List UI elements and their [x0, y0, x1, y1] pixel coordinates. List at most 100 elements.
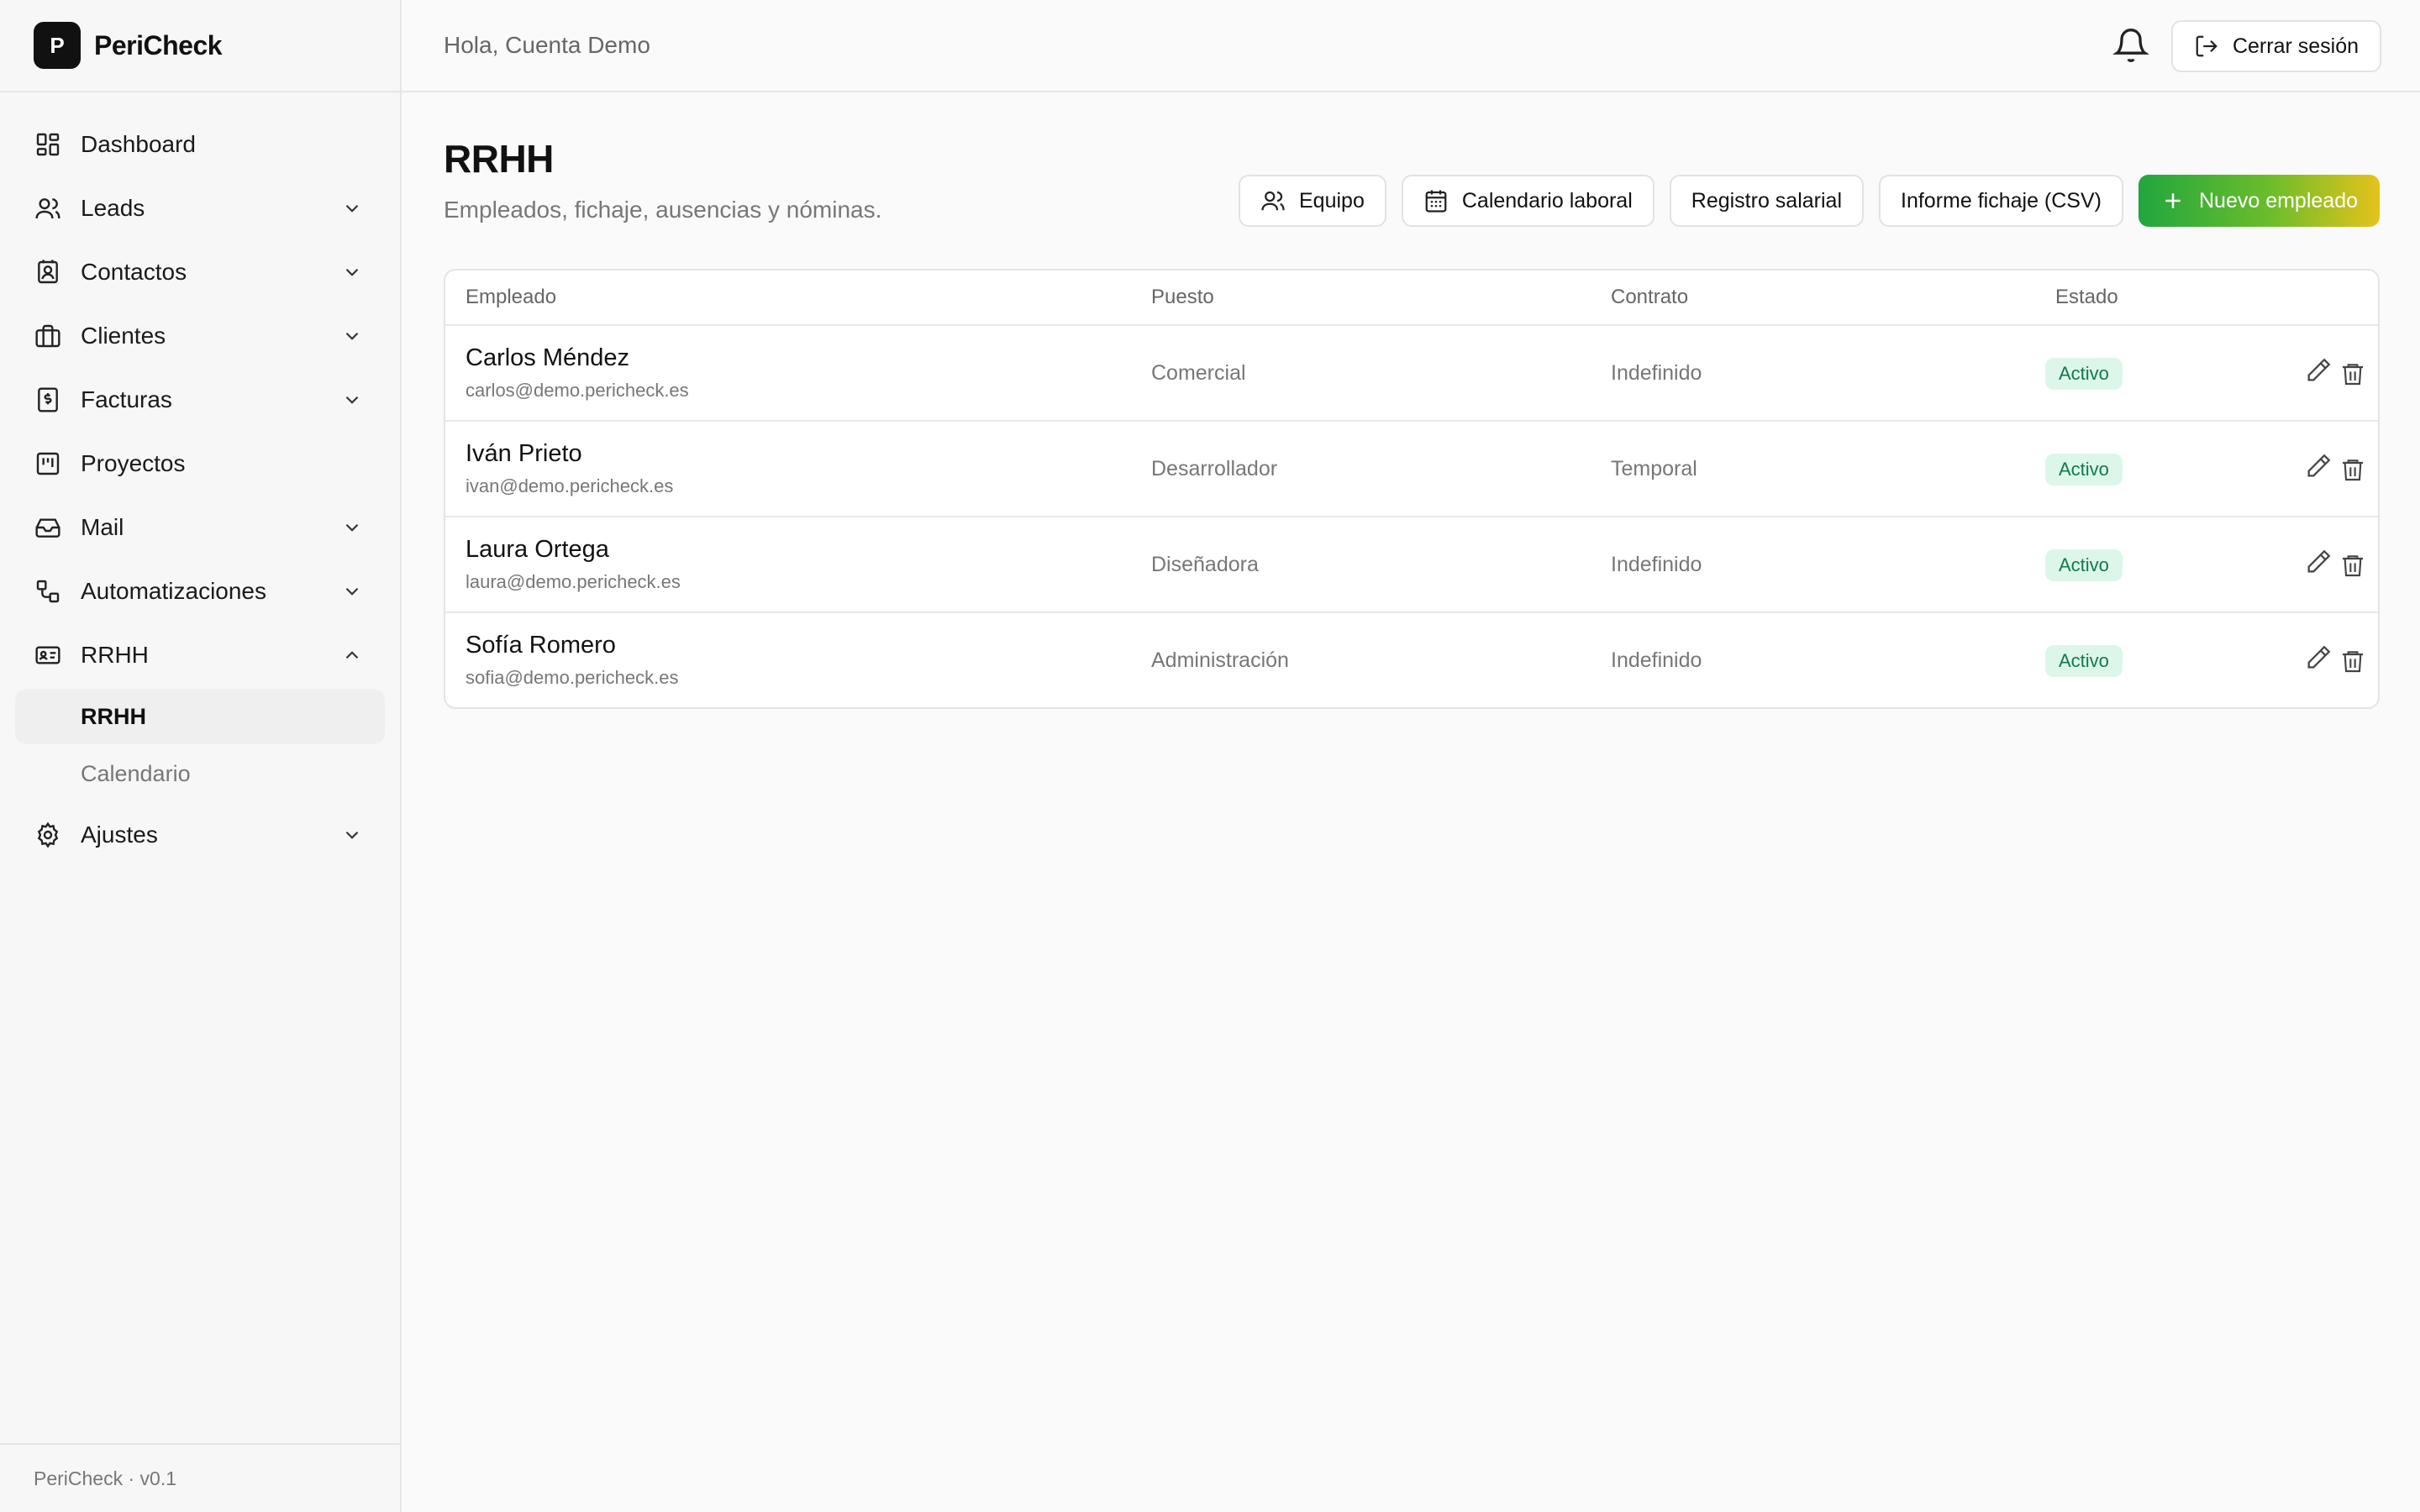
kanban-icon — [34, 449, 62, 478]
sidebar-item-leads[interactable]: Leads — [0, 176, 400, 240]
new-employee-button[interactable]: Nuevo empleado — [2138, 175, 2380, 227]
trash-icon[interactable] — [2339, 360, 2366, 388]
employee-contract: Indefinido — [1611, 553, 1702, 576]
sidebar-item-facturas[interactable]: Facturas — [0, 368, 400, 432]
clock-report-label: Informe fichaje (CSV) — [1901, 188, 2102, 213]
employee-name[interactable]: Carlos Méndez — [466, 344, 629, 372]
users-icon — [1261, 191, 1285, 211]
sidebar-item-label: Automatizaciones — [81, 578, 267, 604]
chevron-down-icon[interactable] — [341, 824, 363, 846]
sidebar-item-rrhh[interactable]: RRHH — [0, 623, 400, 687]
briefcase-icon — [34, 322, 62, 350]
employee-contract: Temporal — [1611, 457, 1697, 480]
brand-name: PeriCheck — [94, 29, 223, 60]
pencil-icon[interactable] — [2304, 356, 2333, 385]
employee-position: Diseñadora — [1151, 553, 1259, 576]
status-badge: Activo — [2045, 549, 2123, 581]
salary-register-button[interactable]: Registro salarial — [1669, 175, 1865, 227]
sidebar-item-label: Mail — [81, 514, 124, 540]
brand-logo: P — [34, 22, 81, 69]
inbox-icon — [34, 513, 62, 542]
sidebar-item-proyectos[interactable]: Proyectos — [0, 432, 400, 496]
employee-email: sofia@demo.pericheck.es — [466, 667, 679, 688]
employee-email: laura@demo.pericheck.es — [466, 571, 681, 592]
id-card-icon — [34, 641, 62, 669]
gear-icon — [34, 821, 62, 849]
sidebar: P PeriCheck Dashboard Leads Contactos Cl… — [0, 0, 402, 1512]
greeting: Hola, Cuenta Demo — [444, 32, 650, 58]
sidebar-subitem-calendario[interactable]: Calendario — [15, 746, 385, 801]
calendar-icon — [1425, 190, 1447, 213]
sidebar-item-label: Clientes — [81, 323, 166, 349]
sidebar-item-label: Dashboard — [81, 131, 196, 157]
employee-position: Administración — [1151, 648, 1289, 672]
employee-contract: Indefinido — [1611, 648, 1702, 672]
team-button[interactable]: Equipo — [1239, 175, 1386, 227]
sidebar-item-automatizaciones[interactable]: Automatizaciones — [0, 559, 400, 623]
employee-email: ivan@demo.pericheck.es — [466, 475, 674, 496]
employee-name[interactable]: Laura Ortega — [466, 536, 609, 564]
brand[interactable]: P PeriCheck — [0, 0, 400, 92]
chevron-down-icon[interactable] — [341, 197, 363, 219]
pencil-icon[interactable] — [2304, 643, 2333, 672]
column-header-estado[interactable]: Estado — [2055, 286, 2118, 309]
employee-name[interactable]: Sofía Romero — [466, 632, 616, 659]
column-header-contrato[interactable]: Contrato — [1611, 286, 1688, 309]
plus-icon — [2165, 193, 2181, 208]
trash-icon[interactable] — [2339, 551, 2366, 580]
chevron-down-icon[interactable] — [341, 261, 363, 283]
contact-book-icon — [34, 258, 62, 286]
table-row[interactable]: Carlos Méndez carlos@demo.pericheck.es C… — [445, 326, 2378, 422]
status-badge: Activo — [2045, 645, 2123, 677]
trash-icon[interactable] — [2339, 647, 2366, 675]
sidebar-item-contactos[interactable]: Contactos — [0, 240, 400, 304]
sidebar-footer-version: PeriCheck · v0.1 — [0, 1443, 400, 1512]
bell-icon[interactable] — [2112, 27, 2149, 64]
employee-position: Desarrollador — [1151, 457, 1278, 480]
pencil-icon[interactable] — [2304, 452, 2333, 480]
sidebar-item-label: Ajustes — [81, 822, 158, 848]
trash-icon[interactable] — [2339, 455, 2366, 484]
pencil-icon[interactable] — [2304, 548, 2333, 576]
employee-email: carlos@demo.pericheck.es — [466, 380, 689, 401]
table-row[interactable]: Laura Ortega laura@demo.pericheck.es Dis… — [445, 517, 2378, 613]
workflow-icon — [34, 577, 62, 606]
dashboard-icon — [34, 130, 62, 159]
sidebar-subitem-rrhh[interactable]: RRHH — [15, 689, 385, 744]
employees-table: Empleado Puesto Contrato Estado Carlos M… — [444, 269, 2380, 709]
users-icon — [34, 194, 62, 223]
page-subtitle: Empleados, fichaje, ausencias y nóminas. — [444, 197, 882, 223]
employee-name[interactable]: Iván Prieto — [466, 440, 582, 468]
sidebar-item-clientes[interactable]: Clientes — [0, 304, 400, 368]
clock-report-button[interactable]: Informe fichaje (CSV) — [1879, 175, 2123, 227]
employee-contract: Indefinido — [1611, 361, 1702, 385]
logout-button[interactable]: Cerrar sesión — [2171, 20, 2381, 72]
work-calendar-button[interactable]: Calendario laboral — [1401, 175, 1655, 227]
sidebar-item-label: Leads — [81, 195, 145, 221]
logout-icon — [2196, 35, 2217, 57]
page-actions: Equipo Calendario laboral Registro salar… — [1239, 175, 2380, 227]
sidebar-item-label: Contactos — [81, 259, 187, 285]
employee-position: Comercial — [1151, 361, 1246, 385]
chevron-down-icon[interactable] — [341, 580, 363, 602]
chevron-down-icon[interactable] — [341, 517, 363, 538]
sidebar-item-mail[interactable]: Mail — [0, 496, 400, 559]
table-row[interactable]: Sofía Romero sofia@demo.pericheck.es Adm… — [445, 613, 2378, 707]
table-row[interactable]: Iván Prieto ivan@demo.pericheck.es Desar… — [445, 422, 2378, 517]
chevron-up-icon[interactable] — [341, 644, 363, 666]
work-calendar-label: Calendario laboral — [1461, 188, 1633, 213]
logout-label: Cerrar sesión — [2232, 34, 2360, 58]
main-content: RRHH Empleados, fichaje, ausencias y nóm… — [402, 92, 2420, 1512]
column-header-empleado[interactable]: Empleado — [466, 286, 556, 309]
sidebar-item-dashboard[interactable]: Dashboard — [0, 113, 400, 176]
new-employee-label: Nuevo empleado — [2198, 188, 2358, 213]
topbar: Hola, Cuenta Demo Cerrar sesión — [402, 0, 2420, 92]
column-header-puesto[interactable]: Puesto — [1151, 286, 1214, 309]
sidebar-item-ajustes[interactable]: Ajustes — [0, 803, 400, 867]
chevron-down-icon[interactable] — [341, 325, 363, 347]
sidebar-item-label: Proyectos — [81, 450, 186, 476]
salary-register-label: Registro salarial — [1691, 188, 1843, 213]
chevron-down-icon[interactable] — [341, 389, 363, 411]
invoice-icon — [34, 386, 62, 414]
sidebar-item-label: RRHH — [81, 642, 149, 668]
